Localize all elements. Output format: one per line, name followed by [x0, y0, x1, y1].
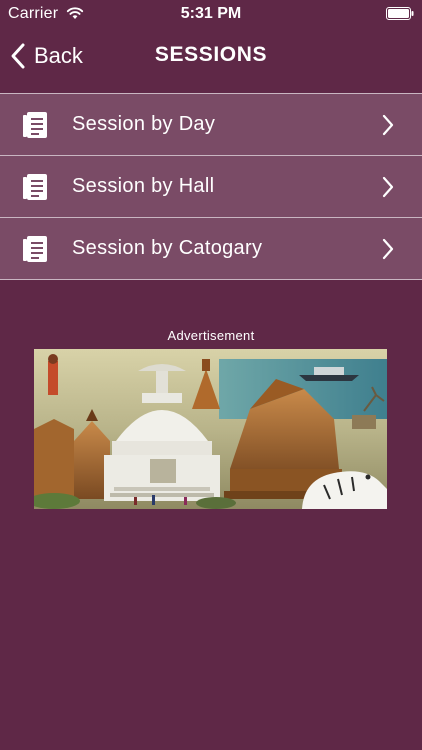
advertisement-label: Advertisement: [167, 328, 255, 343]
page-title: SESSIONS: [154, 43, 268, 66]
chevron-right-icon: [382, 176, 394, 198]
chevron-right-icon: [382, 238, 394, 260]
menu-item-label: Session by Day: [72, 113, 216, 135]
advertisement-banner[interactable]: [34, 349, 387, 509]
menu-item-label: Session by Catogary: [72, 237, 263, 259]
advertisement-image: [34, 349, 387, 509]
status-time: 5:31 PM: [180, 5, 242, 22]
menu-item-session-by-day[interactable]: Session by Day: [0, 93, 422, 155]
menu-item-session-by-hall[interactable]: Session by Hall: [0, 155, 422, 217]
document-list-icon: [23, 112, 47, 138]
menu-item-session-by-category[interactable]: Session by Catogary: [0, 217, 422, 280]
navigation-bar: Back SESSIONS: [0, 28, 422, 88]
battery-icon: [386, 7, 414, 20]
chevron-right-icon: [382, 114, 394, 136]
menu-item-label: Session by Hall: [72, 175, 215, 197]
document-list-icon: [23, 174, 47, 200]
session-menu: Session by Day Session by Hall Session b…: [0, 93, 422, 280]
status-bar: Carrier 5:31 PM: [0, 0, 422, 28]
document-list-icon: [23, 236, 47, 262]
